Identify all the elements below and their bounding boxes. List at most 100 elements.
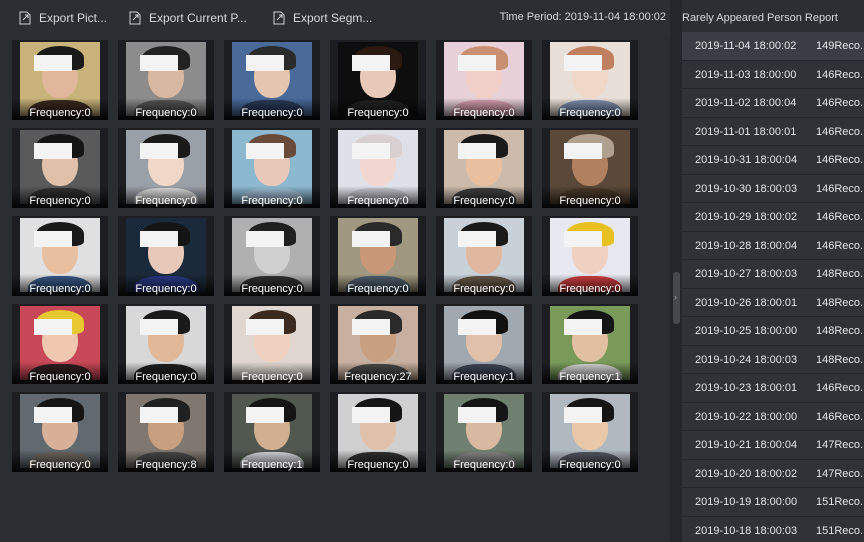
export-icon [19, 11, 31, 25]
face-picture-tile[interactable]: Frequency:0 [542, 216, 638, 296]
picture-panel: Export Pict... Export Current P... Expor… [6, 0, 670, 542]
privacy-mask [246, 231, 284, 247]
face-picture-tile[interactable]: Frequency:8 [118, 392, 214, 472]
face-picture-tile[interactable]: Frequency:0 [224, 304, 320, 384]
frequency-label: Frequency:0 [347, 195, 409, 207]
report-row[interactable]: 2019-10-26 18:00:01 148Reco... [682, 288, 864, 317]
report-row-datetime: 2019-10-24 18:00:03 [695, 353, 798, 366]
face-picture-tile[interactable]: Frequency:0 [12, 304, 108, 384]
face-picture-tile[interactable]: Frequency:27 [330, 304, 426, 384]
face-picture-tile[interactable]: Frequency:0 [224, 40, 320, 120]
report-row[interactable]: 2019-10-21 18:00:04 147Reco... [682, 431, 864, 460]
panel-splitter: › [670, 0, 682, 542]
privacy-mask [34, 407, 72, 423]
collapse-panel-handle[interactable]: › [673, 272, 680, 324]
export-current-page-label: Export Current P... [149, 11, 247, 25]
report-list: 2019-11-04 18:00:02 149Reco... 2019-11-03 … [682, 32, 864, 542]
report-row-datetime: 2019-10-23 18:00:01 [695, 382, 798, 394]
frequency-label: Frequency:0 [135, 195, 197, 207]
export-current-page-button[interactable]: Export Current P... [129, 9, 247, 27]
face-picture-tile[interactable]: Frequency:0 [542, 392, 638, 472]
face-picture-tile[interactable]: Frequency:0 [542, 128, 638, 208]
report-row-records: 148Reco... [816, 268, 864, 280]
frequency-label: Frequency:0 [453, 283, 515, 295]
face-picture-tile[interactable]: Frequency:0 [436, 216, 532, 296]
report-row-datetime: 2019-11-04 18:00:02 [695, 40, 797, 52]
privacy-mask [564, 319, 602, 335]
report-row[interactable]: 2019-10-30 18:00:03 146Reco... [682, 174, 864, 203]
face-picture-tile[interactable]: Frequency:0 [330, 40, 426, 120]
face-picture-tile[interactable]: Frequency:0 [118, 128, 214, 208]
export-picture-button[interactable]: Export Pict... [19, 9, 107, 27]
face-picture-tile[interactable]: Frequency:0 [542, 40, 638, 120]
face-picture-tile[interactable]: Frequency:1 [436, 304, 532, 384]
face-picture-tile[interactable]: Frequency:0 [436, 128, 532, 208]
privacy-mask [352, 143, 390, 159]
privacy-mask [246, 319, 284, 335]
report-row-records: 148Reco... [816, 325, 864, 337]
report-row[interactable]: 2019-10-20 18:00:02 147Reco... [682, 459, 864, 488]
privacy-mask [246, 407, 284, 423]
report-row[interactable]: 2019-11-01 18:00:01 146Reco... [682, 117, 864, 146]
face-picture-tile[interactable]: Frequency:0 [118, 40, 214, 120]
face-picture-tile[interactable]: Frequency:0 [118, 216, 214, 296]
face-picture-grid: Frequency:0 Frequency:0 Frequency:0 Frequen… [12, 36, 662, 476]
report-row[interactable]: 2019-11-03 18:00:00 146Reco... [682, 60, 864, 89]
report-row-records: 151Reco... [816, 524, 864, 537]
report-row[interactable]: 2019-11-04 18:00:02 149Reco... [682, 32, 864, 61]
frequency-label: Frequency:0 [347, 107, 409, 119]
privacy-mask [352, 407, 390, 423]
report-row[interactable]: 2019-10-28 18:00:04 146Reco... [682, 231, 864, 260]
face-picture-tile[interactable]: Frequency:0 [224, 216, 320, 296]
frequency-label: Frequency:0 [29, 371, 91, 383]
face-picture-tile[interactable]: Frequency:0 [330, 216, 426, 296]
privacy-mask [458, 55, 496, 71]
face-picture-tile[interactable]: Frequency:0 [330, 392, 426, 472]
privacy-mask [34, 55, 72, 71]
toolbar: Export Pict... Export Current P... Expor… [6, 0, 670, 36]
report-row-datetime: 2019-10-31 18:00:04 [695, 154, 798, 166]
report-row-datetime: 2019-10-26 18:00:01 [695, 296, 798, 309]
frequency-label: Frequency:0 [29, 107, 91, 119]
report-row[interactable]: 2019-10-29 18:00:02 146Reco... [682, 203, 864, 232]
frequency-label: Frequency:0 [29, 283, 91, 295]
face-picture-tile[interactable]: Frequency:0 [12, 392, 108, 472]
frequency-label: Frequency:0 [559, 459, 621, 471]
frequency-label: Frequency:0 [29, 459, 91, 471]
privacy-mask [34, 143, 72, 159]
face-picture-tile[interactable]: Frequency:0 [436, 392, 532, 472]
report-row[interactable]: 2019-10-23 18:00:01 146Reco... [682, 374, 864, 403]
face-picture-tile[interactable]: Frequency:0 [118, 304, 214, 384]
frequency-label: Frequency:0 [241, 283, 303, 295]
frequency-label: Frequency:27 [344, 371, 412, 383]
face-picture-tile[interactable]: Frequency:0 [330, 128, 426, 208]
face-picture-tile[interactable]: Frequency:0 [224, 128, 320, 208]
report-row[interactable]: 2019-10-24 18:00:03 148Reco... [682, 345, 864, 374]
report-row[interactable]: 2019-10-19 18:00:00 151Reco... [682, 488, 864, 517]
report-row-datetime: 2019-10-30 18:00:03 [695, 182, 798, 195]
frequency-label: Frequency:0 [453, 459, 515, 471]
report-row[interactable]: 2019-11-02 18:00:04 146Reco... [682, 89, 864, 118]
report-row-datetime: 2019-10-29 18:00:02 [695, 211, 798, 223]
report-row[interactable]: 2019-10-31 18:00:04 146Reco... [682, 146, 864, 175]
report-row-datetime: 2019-10-28 18:00:04 [695, 239, 798, 252]
frequency-label: Frequency:0 [135, 371, 197, 383]
frequency-label: Frequency:0 [241, 371, 303, 383]
face-picture-tile[interactable]: Frequency:0 [12, 128, 108, 208]
report-row-records: 146Reco... [816, 182, 864, 195]
face-picture-tile[interactable]: Frequency:0 [436, 40, 532, 120]
frequency-label: Frequency:0 [347, 459, 409, 471]
face-picture-tile[interactable]: Frequency:0 [12, 40, 108, 120]
report-row[interactable]: 2019-10-18 18:00:03 151Reco... [682, 516, 864, 542]
face-picture-tile[interactable]: Frequency:0 [12, 216, 108, 296]
report-row-records: 147Reco... [816, 439, 864, 451]
privacy-mask [352, 231, 390, 247]
report-row[interactable]: 2019-10-22 18:00:00 146Reco... [682, 402, 864, 431]
export-segment-button[interactable]: Export Segm... [273, 9, 372, 27]
report-row[interactable]: 2019-10-27 18:00:03 148Reco... [682, 260, 864, 289]
report-title: Rarely Appeared Person Report [682, 12, 838, 24]
report-row-datetime: 2019-11-01 18:00:01 [695, 125, 797, 138]
face-picture-tile[interactable]: Frequency:1 [224, 392, 320, 472]
face-picture-tile[interactable]: Frequency:1 [542, 304, 638, 384]
report-row[interactable]: 2019-10-25 18:00:00 148Reco... [682, 317, 864, 346]
